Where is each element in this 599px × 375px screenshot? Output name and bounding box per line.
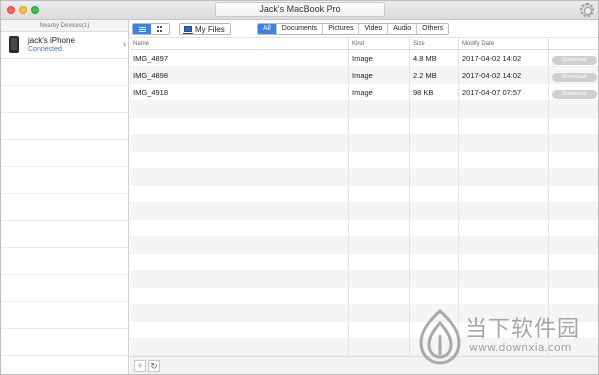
filter-others[interactable]: Others [416,24,448,34]
table-row[interactable]: IMG_4898 Image 2.2 MB 2017-04-02 14:02 D… [130,67,598,84]
sidebar-empty-row [1,221,128,248]
empty-row [130,254,598,271]
column-header-modify-date[interactable]: Modify Date [459,38,549,49]
my-files-label: My Files [195,24,225,34]
filter-pictures[interactable]: Pictures [322,24,358,34]
list-view-button[interactable] [133,24,151,34]
empty-row [130,271,598,288]
file-size: 4.8 MB [410,50,459,66]
empty-row [130,101,598,118]
refresh-button[interactable]: ↻ [148,360,160,372]
table-row[interactable]: IMG_4897 Image 4.8 MB 2017-04-02 14:02 D… [130,50,598,67]
sidebar-empty-row [1,113,128,140]
window-title: Jack's MacBook Pro [215,2,385,17]
column-header-name[interactable]: Name [130,38,349,49]
filter-video[interactable]: Video [358,24,387,34]
action-cell: Download [549,50,598,66]
filter-all[interactable]: All [258,24,276,34]
device-status: Connected [28,46,62,53]
empty-row [130,203,598,220]
sidebar-empty-row [1,194,128,221]
file-kind: Image [349,67,410,83]
gear-icon[interactable] [580,3,594,17]
sidebar-empty-row [1,302,128,329]
app-window: Jack's MacBook Pro Nearby Devices(1) jac… [0,0,599,375]
title-bar: Jack's MacBook Pro [1,1,598,20]
minimize-window-button[interactable] [19,6,27,14]
empty-row [130,152,598,169]
bottom-bar: + ↻ [130,356,598,374]
download-button[interactable]: Download [552,90,597,99]
file-date: 2017-04-02 14:02 [459,67,549,83]
my-files-button[interactable]: My Files [179,23,231,35]
table-header: Name Kind Size Modify Date [130,38,598,50]
iphone-icon [9,36,19,53]
grid-view-button[interactable] [151,24,169,34]
nearby-devices-header: Nearby Devices(1) [1,20,128,32]
file-table: Name Kind Size Modify Date IMG_4897 Imag… [130,38,598,356]
file-date: 2017-04-07 07:57 [459,84,549,100]
filter-documents[interactable]: Documents [275,24,322,34]
sidebar-empty-row [1,329,128,356]
sidebar-empty-row [1,140,128,167]
column-header-size[interactable]: Size [410,38,459,49]
empty-row [130,339,598,356]
file-kind: Image [349,50,410,66]
file-type-filter: All Documents Pictures Video Audio Other… [257,23,450,35]
add-button[interactable]: + [134,360,146,372]
download-button[interactable]: Download [552,56,597,65]
sidebar-empty-row [1,86,128,113]
file-size: 98 KB [410,84,459,100]
sidebar-empty-row [1,275,128,302]
column-header-action [549,38,598,49]
device-item[interactable]: jack's iPhone Connected › [1,32,128,59]
file-date: 2017-04-02 14:02 [459,50,549,66]
empty-row [130,169,598,186]
grid-view-icon [157,26,163,32]
maximize-window-button[interactable] [31,6,39,14]
file-kind: Image [349,84,410,100]
sidebar: Nearby Devices(1) jack's iPhone Connecte… [1,20,129,374]
file-name: IMG_4897 [130,50,349,66]
column-header-kind[interactable]: Kind [349,38,410,49]
toolbar: My Files All Documents Pictures Video Au… [130,20,598,38]
view-mode-toggle [132,23,170,35]
file-name: IMG_4898 [130,67,349,83]
device-name: jack's iPhone [28,36,75,45]
filter-audio[interactable]: Audio [387,24,416,34]
list-view-icon [138,26,146,32]
empty-row [130,135,598,152]
close-window-button[interactable] [7,6,15,14]
file-size: 2.2 MB [410,67,459,83]
empty-row [130,186,598,203]
chevron-right-icon[interactable]: › [123,39,126,49]
file-name: IMG_4918 [130,84,349,100]
empty-row [130,237,598,254]
sidebar-empty-row [1,167,128,194]
action-cell: Download [549,84,598,100]
empty-row [130,322,598,339]
laptop-icon [183,26,193,34]
action-cell: Download [549,67,598,83]
sidebar-empty-row [1,248,128,275]
empty-row [130,288,598,305]
download-button[interactable]: Download [552,73,597,82]
empty-row [130,118,598,135]
table-row[interactable]: IMG_4918 Image 98 KB 2017-04-07 07:57 Do… [130,84,598,101]
empty-row [130,305,598,322]
empty-row [130,220,598,237]
sidebar-empty-row [1,59,128,86]
